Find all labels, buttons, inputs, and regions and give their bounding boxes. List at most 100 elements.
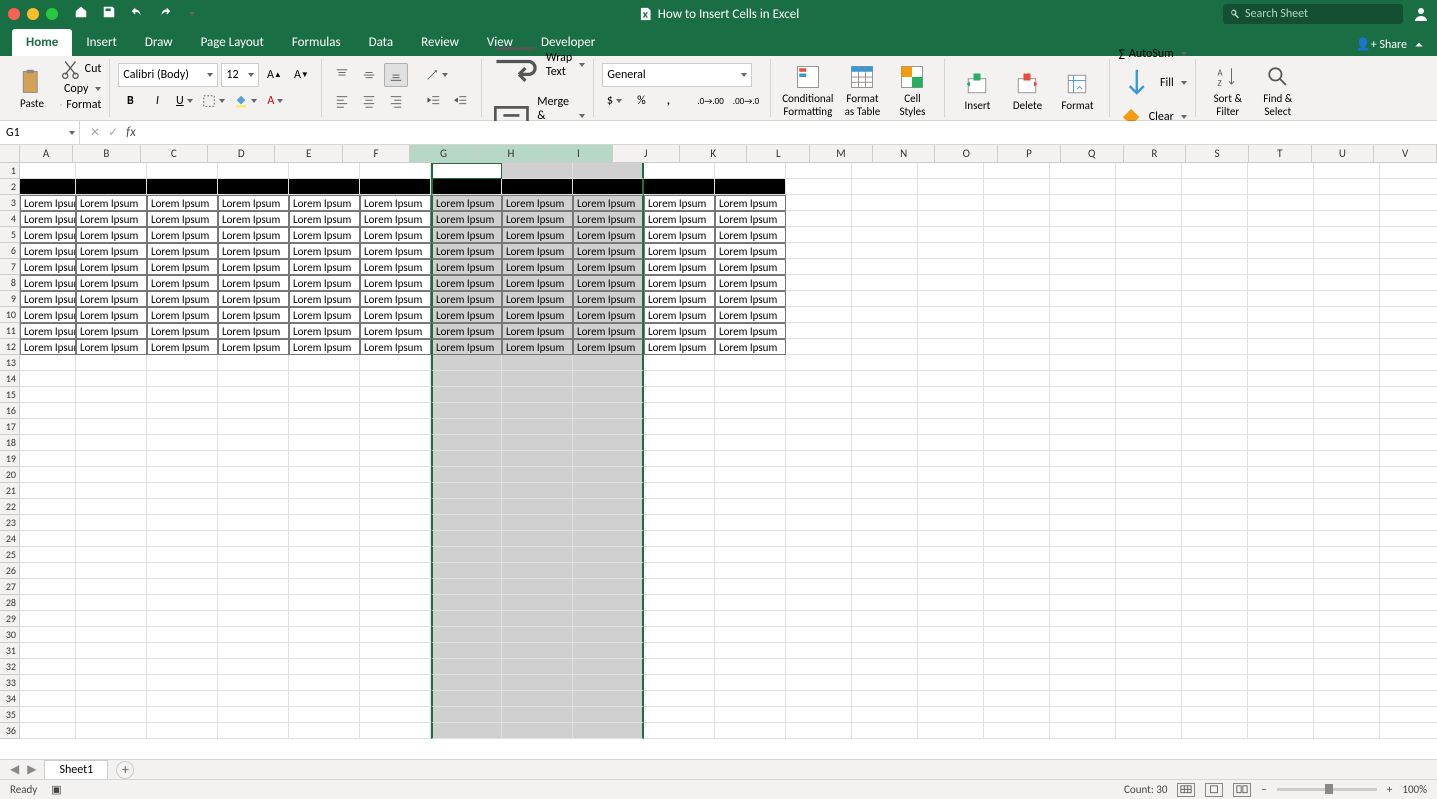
cell-A32[interactable] <box>20 659 76 675</box>
cell-O14[interactable] <box>984 371 1050 387</box>
format-button[interactable]: Format <box>1053 61 1101 119</box>
cell-I27[interactable] <box>573 579 644 595</box>
cell-O27[interactable] <box>984 579 1050 595</box>
cell-D13[interactable] <box>218 355 289 371</box>
cell-J28[interactable] <box>644 595 715 611</box>
cell-O24[interactable] <box>984 531 1050 547</box>
cell-A16[interactable] <box>20 403 76 419</box>
cell-D18[interactable] <box>218 435 289 451</box>
cell-A34[interactable] <box>20 691 76 707</box>
cell-F15[interactable] <box>360 387 431 403</box>
cell-A36[interactable] <box>20 723 76 739</box>
cell-Q8[interactable] <box>1116 275 1182 291</box>
cell-B24[interactable] <box>76 531 147 547</box>
cell-N30[interactable] <box>918 627 984 643</box>
cell-K19[interactable] <box>715 451 786 467</box>
cell-L25[interactable] <box>786 547 852 563</box>
cell-J20[interactable] <box>644 467 715 483</box>
cell-D25[interactable] <box>218 547 289 563</box>
cell-P10[interactable] <box>1050 307 1116 323</box>
cell-D12[interactable]: Lorem Ipsum <box>218 339 289 355</box>
cell-E24[interactable] <box>289 531 360 547</box>
cell-U19[interactable] <box>1380 451 1437 467</box>
cell-K20[interactable] <box>715 467 786 483</box>
row-header-16[interactable]: 16 <box>0 403 20 419</box>
cell-G22[interactable] <box>431 499 502 515</box>
cell-R33[interactable] <box>1182 675 1248 691</box>
cell-P18[interactable] <box>1050 435 1116 451</box>
cell-D15[interactable] <box>218 387 289 403</box>
cell-P6[interactable] <box>1050 243 1116 259</box>
cell-F1[interactable] <box>360 163 431 179</box>
cancel-formula-icon[interactable]: ✕ <box>90 125 100 140</box>
column-header-A[interactable]: A <box>20 145 73 163</box>
cell-H4[interactable]: Lorem Ipsum <box>502 211 573 227</box>
cell-B10[interactable]: Lorem Ipsum <box>76 307 147 323</box>
cell-E23[interactable] <box>289 515 360 531</box>
cell-I12[interactable]: Lorem Ipsum <box>573 339 644 355</box>
cell-S28[interactable] <box>1248 595 1314 611</box>
cell-S23[interactable] <box>1248 515 1314 531</box>
cell-Q18[interactable] <box>1116 435 1182 451</box>
cell-E7[interactable]: Lorem Ipsum <box>289 259 360 275</box>
cell-H10[interactable]: Lorem Ipsum <box>502 307 573 323</box>
cell-T8[interactable] <box>1314 275 1380 291</box>
cell-I28[interactable] <box>573 595 644 611</box>
cell-G6[interactable]: Lorem Ipsum <box>431 243 502 259</box>
align-center-button[interactable] <box>357 89 381 113</box>
cell-L30[interactable] <box>786 627 852 643</box>
cell-U11[interactable] <box>1380 323 1437 339</box>
cell-K34[interactable] <box>715 691 786 707</box>
cell-R14[interactable] <box>1182 371 1248 387</box>
column-header-B[interactable]: B <box>73 145 140 163</box>
cell-I19[interactable] <box>573 451 644 467</box>
cell-C31[interactable] <box>147 643 218 659</box>
row-header-9[interactable]: 9 <box>0 291 20 307</box>
column-header-K[interactable]: K <box>680 145 747 163</box>
cell-C36[interactable] <box>147 723 218 739</box>
borders-button[interactable] <box>199 89 228 113</box>
cell-Q30[interactable] <box>1116 627 1182 643</box>
home-icon[interactable] <box>74 5 88 23</box>
cell-F2[interactable] <box>360 179 431 195</box>
cell-K8[interactable]: Lorem Ipsum <box>715 275 786 291</box>
cell-Q34[interactable] <box>1116 691 1182 707</box>
cell-M12[interactable] <box>852 339 918 355</box>
cell-N34[interactable] <box>918 691 984 707</box>
decrease-decimal-button[interactable]: .00→.0 <box>730 89 762 113</box>
cell-F21[interactable] <box>360 483 431 499</box>
column-header-M[interactable]: M <box>810 145 873 163</box>
cell-U1[interactable] <box>1380 163 1437 179</box>
cell-U21[interactable] <box>1380 483 1437 499</box>
cell-G14[interactable] <box>431 371 502 387</box>
cell-I24[interactable] <box>573 531 644 547</box>
cell-D9[interactable]: Lorem Ipsum <box>218 291 289 307</box>
cell-U30[interactable] <box>1380 627 1437 643</box>
share-button[interactable]: 👤+ Share <box>1356 37 1407 52</box>
cell-M2[interactable] <box>852 179 918 195</box>
cell-B11[interactable]: Lorem Ipsum <box>76 323 147 339</box>
cell-U31[interactable] <box>1380 643 1437 659</box>
cell-B31[interactable] <box>76 643 147 659</box>
cell-S29[interactable] <box>1248 611 1314 627</box>
cell-H8[interactable]: Lorem Ipsum <box>502 275 573 291</box>
row-header-14[interactable]: 14 <box>0 371 20 387</box>
cell-F14[interactable] <box>360 371 431 387</box>
cell-S14[interactable] <box>1248 371 1314 387</box>
cell-J9[interactable]: Lorem Ipsum <box>644 291 715 307</box>
cell-E11[interactable]: Lorem Ipsum <box>289 323 360 339</box>
cell-A17[interactable] <box>20 419 76 435</box>
cell-E30[interactable] <box>289 627 360 643</box>
cell-N13[interactable] <box>918 355 984 371</box>
cell-P29[interactable] <box>1050 611 1116 627</box>
cell-P23[interactable] <box>1050 515 1116 531</box>
cell-I21[interactable] <box>573 483 644 499</box>
cell-J34[interactable] <box>644 691 715 707</box>
cell-P35[interactable] <box>1050 707 1116 723</box>
cell-D16[interactable] <box>218 403 289 419</box>
cell-K36[interactable] <box>715 723 786 739</box>
column-header-Q[interactable]: Q <box>1061 145 1124 163</box>
cell-L24[interactable] <box>786 531 852 547</box>
cell-T12[interactable] <box>1314 339 1380 355</box>
column-header-I[interactable]: I <box>545 145 612 163</box>
